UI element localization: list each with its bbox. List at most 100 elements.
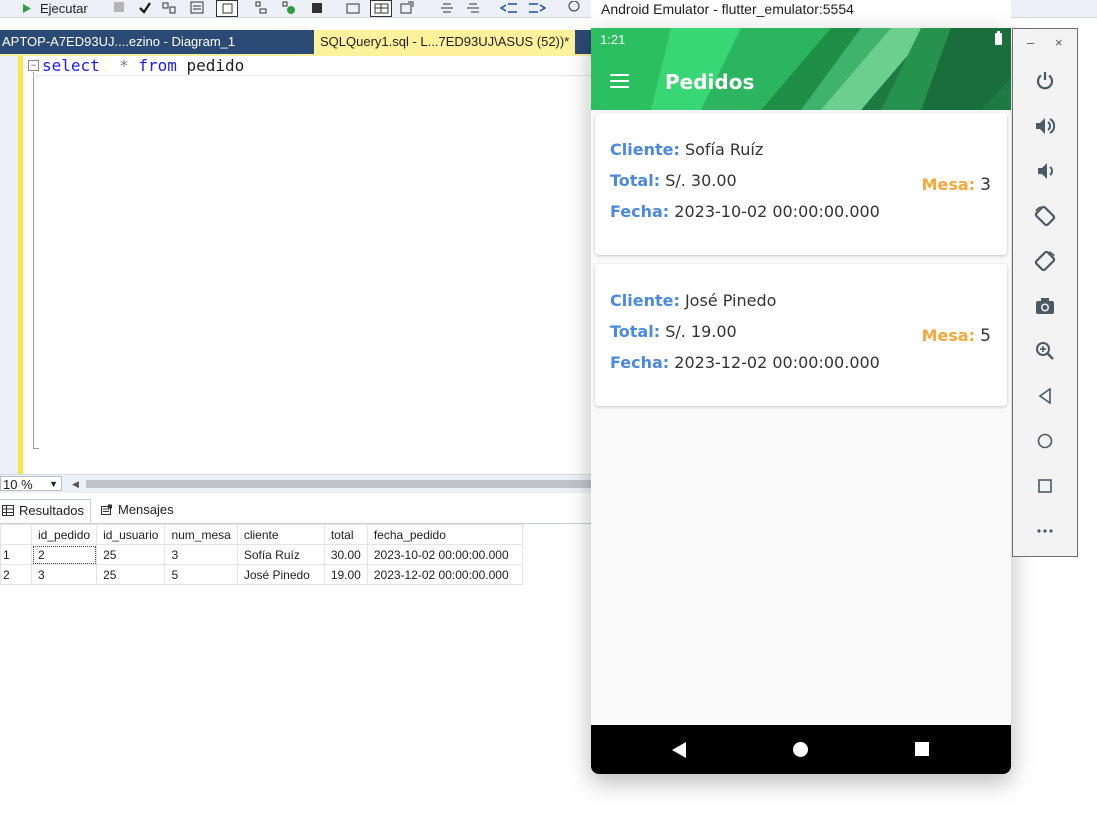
results-tabbar: Resultados Mensajes	[0, 497, 600, 524]
status-time: 1:21	[600, 32, 626, 47]
comment-icon[interactable]	[440, 1, 454, 14]
grid-cell[interactable]: 3	[164, 544, 238, 565]
grid-cell[interactable]: 2023-10-02 00:00:00.000	[366, 544, 523, 565]
client-row: Cliente: Sofía Ruíz	[610, 140, 763, 159]
messages-icon	[101, 504, 112, 515]
increase-indent-icon[interactable]	[528, 1, 546, 14]
column-header[interactable]: num_mesa	[164, 524, 238, 545]
total-row: Total: S/. 19.00	[610, 322, 737, 341]
rotate-right-icon[interactable]	[1033, 249, 1057, 273]
table-row[interactable]: 1 2 25 3 Sofía Ruíz 30.00 2023-10-02 00:…	[0, 544, 523, 565]
camera-icon[interactable]	[1033, 294, 1057, 318]
grid-cell[interactable]: Sofía Ruíz	[236, 544, 325, 565]
overview-icon[interactable]	[1033, 474, 1057, 498]
client-value: José Pinedo	[684, 291, 777, 310]
order-card[interactable]: Cliente: Sofía Ruíz Total: S/. 30.00 Fec…	[595, 113, 1007, 255]
tab-results-label: Resultados	[19, 503, 85, 518]
results-to-text-icon[interactable]	[216, 0, 238, 17]
uncomment-icon[interactable]	[466, 1, 480, 14]
volume-up-icon[interactable]	[1033, 114, 1057, 138]
grid-cell[interactable]: 25	[96, 564, 166, 585]
back-icon[interactable]	[1033, 384, 1057, 408]
nav-home-icon[interactable]	[793, 742, 808, 757]
total-value: S/. 30.00	[665, 171, 737, 190]
grid-header-row: id_pedido id_usuario num_mesa cliente to…	[0, 524, 523, 545]
total-value: S/. 19.00	[665, 322, 737, 341]
column-header[interactable]: id_pedido	[30, 524, 98, 545]
row-number-header	[0, 524, 32, 545]
close-icon[interactable]: ×	[1055, 35, 1063, 50]
app-bar-background	[591, 28, 1011, 110]
live-stats-icon[interactable]	[282, 1, 296, 14]
tab-messages[interactable]: Mensajes	[98, 499, 180, 521]
app-title: Pedidos	[665, 70, 755, 94]
execute-button[interactable]: Ejecutar	[22, 0, 88, 17]
results-text-icon[interactable]	[346, 1, 360, 14]
mesa-value: 5	[980, 326, 991, 346]
horizontal-scrollbar[interactable]	[86, 480, 596, 488]
grid-cell[interactable]: José Pinedo	[236, 564, 325, 585]
client-value: Sofía Ruíz	[684, 140, 764, 159]
order-card[interactable]: Cliente: José Pinedo Total: S/. 19.00 Fe…	[595, 264, 1007, 406]
document-tabstrip: APTOP-A7ED93UJ....ezino - Diagram_1 SQLQ…	[0, 30, 600, 54]
table-row[interactable]: 2 3 25 5 José Pinedo 19.00 2023-12-02 00…	[0, 564, 523, 585]
tab-diagram[interactable]: APTOP-A7ED93UJ....ezino - Diagram_1	[0, 30, 237, 54]
column-header[interactable]: fecha_pedido	[366, 524, 523, 545]
query-editor[interactable]: − select * from pedido	[23, 56, 593, 474]
table-number: Mesa: 3	[922, 175, 991, 195]
zoom-select[interactable]: 10 % ▼	[0, 476, 62, 492]
decrease-indent-icon[interactable]	[500, 1, 518, 14]
more-icon[interactable]	[1033, 519, 1057, 543]
query-text[interactable]: select * from pedido	[42, 56, 244, 76]
android-nav-bar	[591, 725, 1011, 774]
column-header[interactable]: total	[323, 524, 368, 545]
grid-cell[interactable]: 2023-12-02 00:00:00.000	[366, 564, 523, 585]
results-grid-icon[interactable]	[370, 0, 392, 17]
check-icon[interactable]	[138, 1, 152, 14]
client-stats-icon[interactable]	[310, 1, 324, 14]
grid-cell[interactable]: 19.00	[323, 564, 368, 585]
play-icon	[23, 4, 31, 13]
zoom-icon[interactable]	[1033, 339, 1057, 363]
grid-icon	[2, 505, 14, 516]
nav-recents-icon[interactable]	[915, 742, 929, 756]
column-header[interactable]: cliente	[236, 524, 325, 545]
parse-icon[interactable]	[162, 1, 176, 14]
zoom-bar: 10 % ▼ ◀	[0, 474, 600, 493]
tab-sql-query[interactable]: SQLQuery1.sql - L...7ED93UJ\ASUS (52))*	[314, 30, 576, 54]
scroll-left-icon[interactable]: ◀	[72, 479, 79, 490]
display-plan-icon[interactable]	[190, 1, 204, 14]
grid-cell[interactable]: 30.00	[323, 544, 368, 565]
grid-cell[interactable]: 2	[30, 544, 98, 565]
row-number[interactable]: 2	[0, 564, 32, 585]
app-bar: 1:21 Pedidos	[591, 28, 1011, 110]
grid-cell[interactable]: 25	[96, 544, 166, 565]
specify-values-icon[interactable]	[566, 1, 580, 14]
emulator-window-title: Android Emulator - flutter_emulator:5554	[591, 0, 1011, 20]
minimize-icon[interactable]: –	[1027, 35, 1034, 50]
results-grid: id_pedido id_usuario num_mesa cliente to…	[0, 524, 523, 585]
home-icon[interactable]	[1033, 429, 1057, 453]
menu-icon[interactable]	[610, 74, 630, 88]
mesa-label: Mesa:	[921, 175, 976, 194]
grid-cell[interactable]: 3	[30, 564, 98, 585]
results-file-icon[interactable]	[400, 1, 414, 14]
row-number[interactable]: 1	[0, 544, 32, 565]
total-label: Total:	[610, 322, 661, 341]
date-row: Fecha: 2023-12-02 00:00:00.000	[610, 353, 880, 372]
tab-results[interactable]: Resultados	[0, 499, 92, 523]
stop-icon[interactable]	[114, 2, 124, 12]
date-label: Fecha:	[610, 202, 670, 221]
rotate-left-icon[interactable]	[1033, 204, 1057, 228]
battery-icon	[995, 31, 1002, 45]
nav-back-icon[interactable]	[672, 742, 686, 758]
collapse-toggle[interactable]: −	[28, 60, 39, 71]
column-header[interactable]: id_usuario	[96, 524, 166, 545]
include-plan-icon[interactable]	[254, 1, 268, 14]
grid-cell[interactable]: 5	[164, 564, 238, 585]
emulator-screen[interactable]: 1:21 Pedidos Cliente: Sofía Ruíz Total: …	[591, 28, 1011, 774]
power-icon[interactable]	[1033, 69, 1057, 93]
date-row: Fecha: 2023-10-02 00:00:00.000	[610, 202, 880, 221]
table-number: Mesa: 5	[922, 326, 991, 346]
volume-down-icon[interactable]	[1033, 159, 1057, 183]
